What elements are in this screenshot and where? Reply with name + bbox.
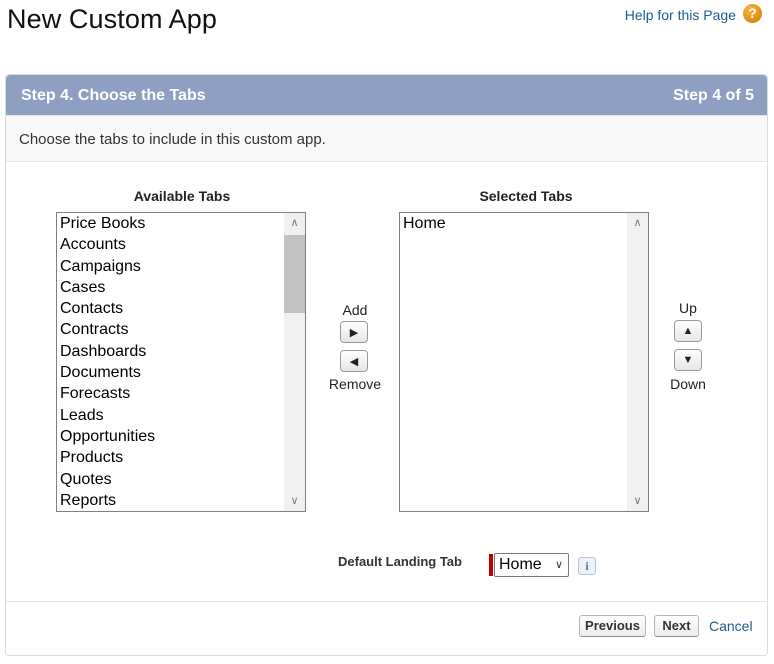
wizard-header: Step 4. Choose the Tabs Step 4 of 5: [6, 75, 767, 115]
next-button[interactable]: Next: [654, 615, 699, 637]
scroll-up-icon[interactable]: ∧: [627, 213, 648, 233]
selected-tabs-label: Selected Tabs: [479, 188, 573, 204]
cancel-link[interactable]: Cancel: [709, 618, 753, 634]
default-landing-tab-label: Default Landing Tab: [338, 554, 462, 569]
scroll-up-icon[interactable]: ∧: [284, 213, 305, 233]
arrow-left-icon: ◀: [349, 355, 359, 368]
selected-scrollbar[interactable]: ∧ ∨: [627, 213, 648, 511]
list-item[interactable]: Reports: [57, 490, 284, 511]
move-down-button[interactable]: ▼: [674, 349, 702, 371]
move-up-button[interactable]: ▲: [674, 320, 702, 342]
arrow-right-icon: ▶: [349, 326, 359, 339]
step-description: Choose the tabs to include in this custo…: [19, 131, 326, 148]
selected-value: Home: [499, 556, 542, 573]
available-tabs-label: Available Tabs: [133, 188, 231, 204]
list-item[interactable]: Contracts: [57, 319, 284, 340]
step-count: Step 4 of 5: [673, 87, 754, 104]
list-item[interactable]: Quotes: [57, 469, 284, 490]
scroll-down-icon[interactable]: ∨: [627, 491, 648, 511]
list-item[interactable]: Opportunities: [57, 426, 284, 447]
previous-button[interactable]: Previous: [579, 615, 646, 637]
selected-tabs-items: Home: [400, 213, 627, 234]
down-label: Down: [670, 376, 706, 392]
available-scrollbar[interactable]: ∧ ∨: [284, 213, 305, 511]
footer-divider: [6, 601, 768, 602]
info-icon[interactable]: i: [578, 557, 596, 575]
list-item[interactable]: Campaigns: [57, 256, 284, 277]
arrow-up-icon: ▲: [682, 325, 694, 337]
help-link[interactable]: Help for this Page: [625, 7, 736, 23]
description-band: Choose the tabs to include in this custo…: [6, 115, 767, 162]
page-title: New Custom App: [7, 4, 217, 34]
list-item[interactable]: Contacts: [57, 298, 284, 319]
scroll-thumb[interactable]: [284, 235, 305, 313]
chevron-down-icon: ∨: [554, 559, 563, 571]
help-icon[interactable]: ?: [743, 4, 762, 23]
arrow-down-icon: ▼: [682, 354, 694, 366]
selected-tabs-listbox[interactable]: Home ∧ ∨: [399, 212, 649, 512]
default-landing-tab-select[interactable]: Home ∨: [494, 553, 569, 577]
list-item[interactable]: Accounts: [57, 234, 284, 255]
list-item[interactable]: Cases: [57, 277, 284, 298]
add-label: Add: [342, 302, 368, 318]
list-item[interactable]: Dashboards: [57, 341, 284, 362]
list-item[interactable]: Price Books: [57, 213, 284, 234]
step-title: Step 4. Choose the Tabs: [21, 87, 206, 104]
up-label: Up: [679, 300, 697, 316]
available-tabs-listbox[interactable]: Price Books Accounts Campaigns Cases Contact…: [56, 212, 306, 512]
available-tabs-items: Price Books Accounts Campaigns Cases Contact…: [57, 213, 284, 511]
list-item[interactable]: Documents: [57, 362, 284, 383]
list-item[interactable]: Products: [57, 447, 284, 468]
required-indicator: [489, 554, 493, 576]
list-item[interactable]: Leads: [57, 405, 284, 426]
remove-button[interactable]: ◀: [340, 350, 368, 372]
scroll-down-icon[interactable]: ∨: [284, 491, 305, 511]
remove-label: Remove: [328, 376, 382, 392]
list-item[interactable]: Home: [400, 213, 627, 234]
add-button[interactable]: ▶: [340, 321, 368, 343]
list-item[interactable]: Forecasts: [57, 383, 284, 404]
